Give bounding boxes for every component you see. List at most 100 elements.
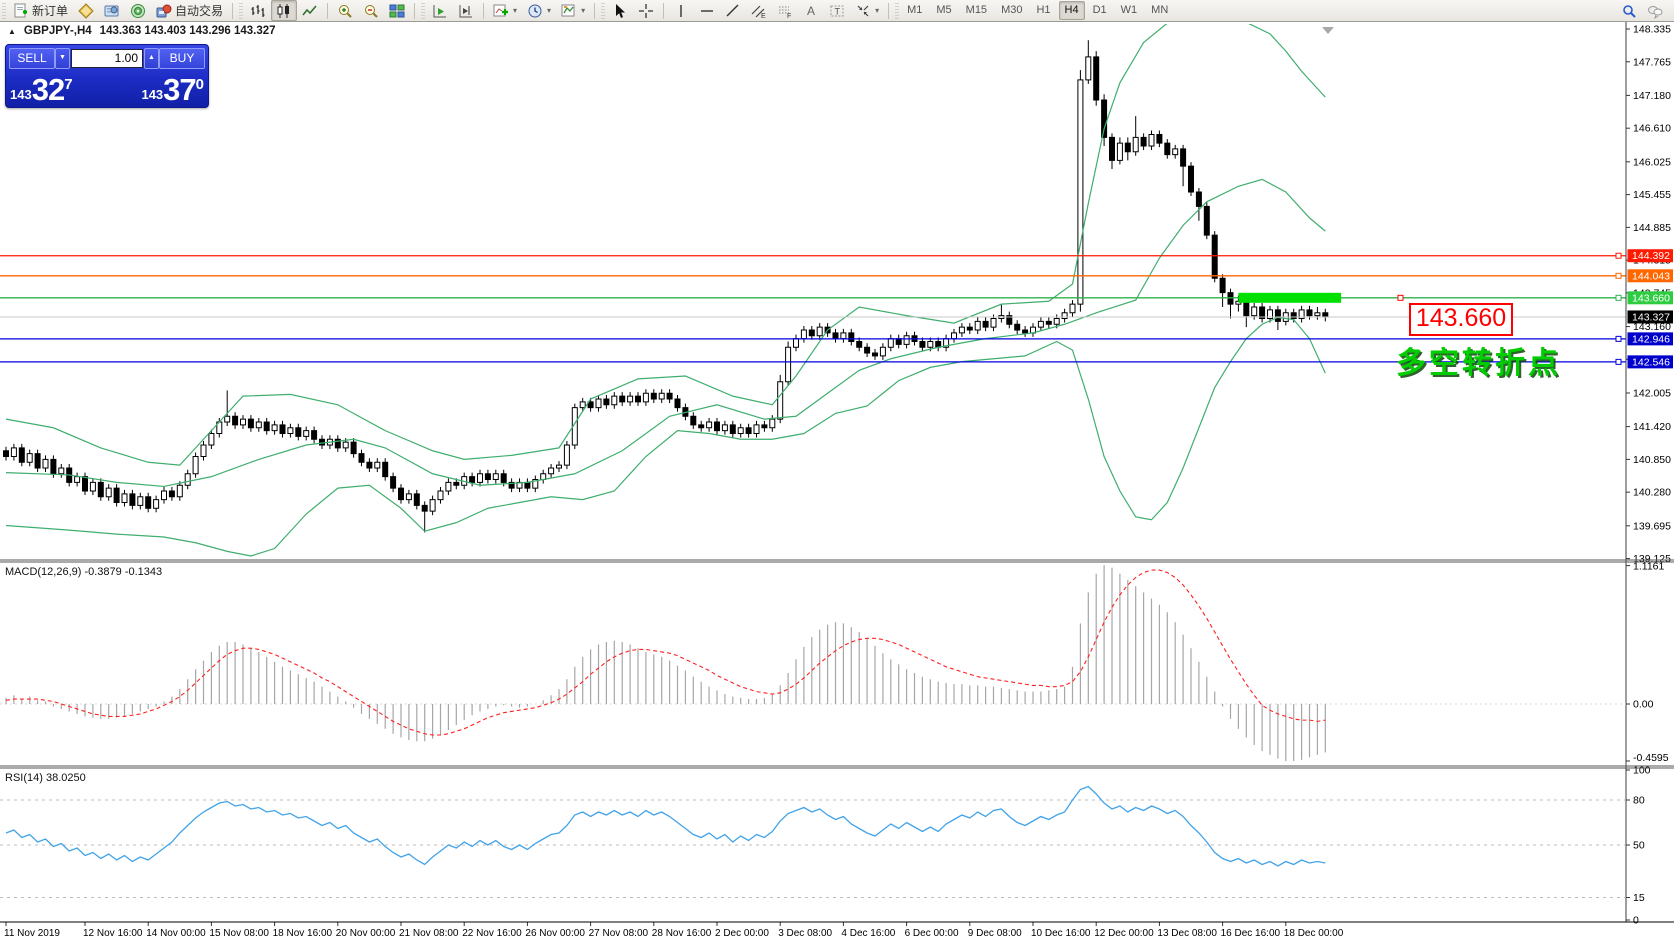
chart-shift-button[interactable] xyxy=(453,0,479,21)
equidistant-channel-button[interactable]: E xyxy=(746,0,772,21)
navigator-button[interactable] xyxy=(125,0,151,21)
zoom-in-button[interactable] xyxy=(332,0,358,21)
periods-button[interactable]: ▾ xyxy=(522,0,556,21)
svg-text:20 Nov 00:00: 20 Nov 00:00 xyxy=(336,928,396,939)
svg-text:145.455: 145.455 xyxy=(1633,189,1671,201)
volume-down-button[interactable]: ▼ xyxy=(55,48,70,69)
volume-up-button[interactable]: ▲ xyxy=(144,48,159,69)
toolbar-grip[interactable] xyxy=(239,3,243,19)
timeframe-button-m15[interactable]: M15 xyxy=(960,1,993,20)
svg-text:146.610: 146.610 xyxy=(1633,123,1671,135)
svg-text:28 Nov 16:00: 28 Nov 16:00 xyxy=(652,928,712,939)
svg-text:10 Dec 16:00: 10 Dec 16:00 xyxy=(1031,928,1091,939)
timeframe-button-d1[interactable]: D1 xyxy=(1087,1,1113,20)
sell-button[interactable]: SELL xyxy=(9,48,55,69)
svg-text:0: 0 xyxy=(1633,915,1639,927)
toolbar-grip[interactable] xyxy=(895,3,899,19)
data-window-icon xyxy=(104,3,120,19)
horizontal-line-button[interactable] xyxy=(694,0,720,21)
vertical-line-button[interactable] xyxy=(668,0,694,21)
svg-text:26 Nov 00:00: 26 Nov 00:00 xyxy=(525,928,585,939)
volume-input[interactable]: 1.00 xyxy=(71,49,143,68)
search-button[interactable] xyxy=(1616,0,1642,21)
ohlc-values: 143.363 143.403 143.296 143.327 xyxy=(100,25,276,37)
arrows-caret-icon: ▾ xyxy=(875,6,879,15)
tile-windows-button[interactable] xyxy=(384,0,410,21)
vertical-line-icon xyxy=(673,3,689,19)
svg-text:144.392: 144.392 xyxy=(1632,250,1670,262)
svg-text:3 Dec 08:00: 3 Dec 08:00 xyxy=(778,928,832,939)
market-watch-icon xyxy=(78,3,94,19)
cursor-button[interactable] xyxy=(607,0,633,21)
chart-title: ▲ GBPJPY-,H4 143.363 143.403 143.296 143… xyxy=(8,25,276,37)
svg-text:12 Nov 16:00: 12 Nov 16:00 xyxy=(83,928,143,939)
svg-text:15 Nov 08:00: 15 Nov 08:00 xyxy=(209,928,269,939)
line-chart-button[interactable] xyxy=(297,0,323,21)
text-label-button[interactable]: T xyxy=(824,0,850,21)
equidistant-channel-icon: E xyxy=(751,3,767,19)
svg-text:143.660: 143.660 xyxy=(1632,292,1670,304)
svg-text:21 Nov 08:00: 21 Nov 08:00 xyxy=(399,928,459,939)
svg-text:139.695: 139.695 xyxy=(1633,520,1671,532)
toolbar-grip[interactable] xyxy=(601,3,605,19)
svg-text:0.00: 0.00 xyxy=(1633,699,1654,711)
auto-trading-button[interactable]: 自动交易 xyxy=(151,0,228,21)
text-label-icon: T xyxy=(829,3,845,19)
collapse-triangle-icon[interactable]: ▲ xyxy=(8,27,16,36)
chat-icon xyxy=(1647,3,1663,19)
data-window-button[interactable] xyxy=(99,0,125,21)
timeframe-button-m30[interactable]: M30 xyxy=(995,1,1028,20)
templates-button[interactable]: ▾ xyxy=(556,0,590,21)
timeframe-button-w1[interactable]: W1 xyxy=(1115,1,1144,20)
chart-window[interactable]: ▲ GBPJPY-,H4 143.363 143.403 143.296 143… xyxy=(0,21,1674,943)
svg-text:146.025: 146.025 xyxy=(1633,156,1671,168)
zoom-out-button[interactable] xyxy=(358,0,384,21)
timeframe-button-h4[interactable]: H4 xyxy=(1059,1,1085,20)
svg-text:148.335: 148.335 xyxy=(1633,24,1671,36)
chart-canvas[interactable]: 144.315143.745142.590148.335147.765147.1… xyxy=(0,21,1674,943)
auto-scroll-button[interactable] xyxy=(427,0,453,21)
trendline-button[interactable] xyxy=(720,0,746,21)
auto-scroll-icon xyxy=(432,3,448,19)
svg-text:142.546: 142.546 xyxy=(1632,356,1670,368)
text-button[interactable]: A xyxy=(798,0,824,21)
chat-button[interactable] xyxy=(1642,0,1668,21)
toolbar-grip[interactable] xyxy=(2,3,6,19)
svg-text:143.327: 143.327 xyxy=(1632,311,1670,323)
arrows-button[interactable]: ▾ xyxy=(850,0,884,21)
price-annotation-box[interactable]: 143.660 xyxy=(1409,303,1513,336)
svg-text:80: 80 xyxy=(1633,795,1645,807)
crosshair-icon xyxy=(638,3,654,19)
mt4-application-window: 新订单 自动交易 xyxy=(0,0,1674,943)
horizontal-line-icon xyxy=(699,3,715,19)
new-order-button[interactable]: 新订单 xyxy=(8,0,73,21)
fibonacci-button[interactable]: F xyxy=(772,0,798,21)
svg-text:11 Nov 2019: 11 Nov 2019 xyxy=(4,928,60,939)
timeframe-button-h1[interactable]: H1 xyxy=(1030,1,1056,20)
crosshair-button[interactable] xyxy=(633,0,659,21)
svg-text:22 Nov 16:00: 22 Nov 16:00 xyxy=(462,928,522,939)
bar-chart-button[interactable] xyxy=(245,0,271,21)
timeframe-button-mn[interactable]: MN xyxy=(1145,1,1174,20)
sell-price[interactable]: 143327 xyxy=(10,69,73,107)
indicators-button[interactable]: ▾ xyxy=(488,0,522,21)
svg-text:F: F xyxy=(787,13,791,19)
timeframe-button-m1[interactable]: M1 xyxy=(901,1,928,20)
svg-text:144.043: 144.043 xyxy=(1632,270,1670,282)
tile-windows-icon xyxy=(389,3,405,19)
market-watch-button[interactable] xyxy=(73,0,99,21)
navigator-icon xyxy=(130,3,146,19)
svg-text:147.765: 147.765 xyxy=(1633,56,1671,68)
text-icon: A xyxy=(803,3,819,19)
periods-clock-icon xyxy=(527,3,543,19)
new-order-icon xyxy=(13,3,29,19)
buy-price[interactable]: 143370 xyxy=(141,69,204,107)
candlestick-chart-button[interactable] xyxy=(271,0,297,21)
turning-point-note[interactable]: 多空转折点 xyxy=(1396,338,1561,382)
timeframe-button-m5[interactable]: M5 xyxy=(930,1,957,20)
macd-indicator-label: MACD(12,26,9) -0.3879 -0.1343 xyxy=(5,566,162,578)
svg-text:16 Dec 16:00: 16 Dec 16:00 xyxy=(1221,928,1281,939)
buy-button[interactable]: BUY xyxy=(159,48,205,69)
toolbar-grip[interactable] xyxy=(421,3,425,19)
cursor-icon xyxy=(612,3,628,19)
